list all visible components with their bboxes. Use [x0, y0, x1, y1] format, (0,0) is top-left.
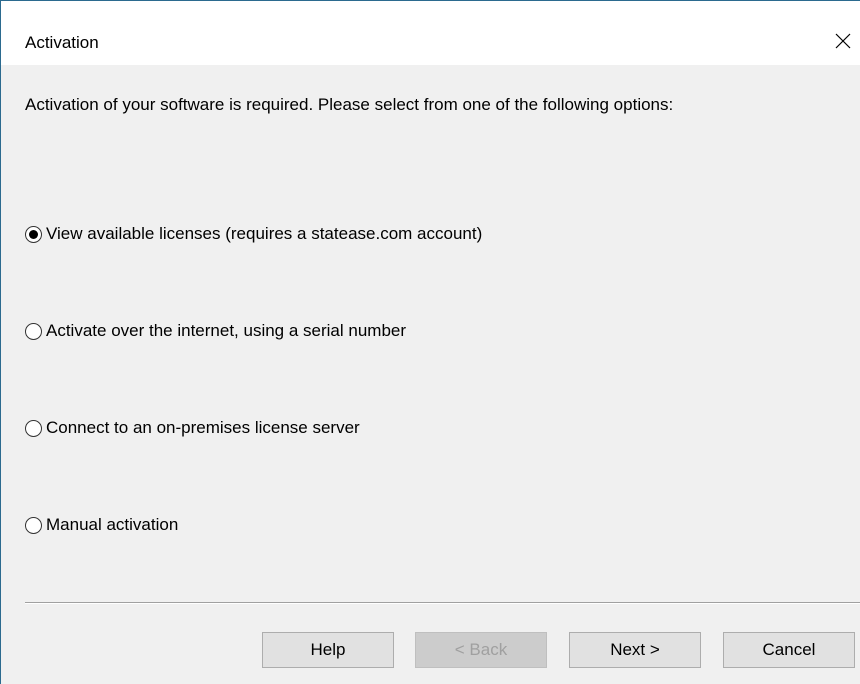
radio-license-server[interactable]	[25, 419, 42, 437]
separator	[25, 602, 860, 604]
activation-dialog: Activation Activation of your software i…	[0, 0, 860, 684]
radio-manual-activation[interactable]	[25, 516, 42, 534]
option-license-server[interactable]: Connect to an on-premises license server	[25, 417, 360, 439]
close-icon	[835, 33, 851, 49]
title-bar: Activation	[1, 1, 860, 65]
option-label[interactable]: View available licenses (requires a stat…	[46, 223, 482, 245]
option-label[interactable]: Connect to an on-premises license server	[46, 417, 360, 439]
radio-view-licenses[interactable]	[25, 225, 42, 243]
close-button[interactable]	[826, 23, 860, 59]
help-button[interactable]: Help	[262, 632, 394, 668]
window-title: Activation	[25, 33, 99, 52]
back-button[interactable]: < Back	[415, 632, 547, 668]
option-label[interactable]: Activate over the internet, using a seri…	[46, 320, 406, 342]
next-button[interactable]: Next >	[569, 632, 701, 668]
cancel-button[interactable]: Cancel	[723, 632, 855, 668]
option-label[interactable]: Manual activation	[46, 514, 178, 536]
radio-activate-internet[interactable]	[25, 322, 42, 340]
option-activate-internet[interactable]: Activate over the internet, using a seri…	[25, 320, 406, 342]
option-view-licenses[interactable]: View available licenses (requires a stat…	[25, 223, 482, 245]
option-manual-activation[interactable]: Manual activation	[25, 514, 178, 536]
instruction-text: Activation of your software is required.…	[25, 95, 674, 114]
